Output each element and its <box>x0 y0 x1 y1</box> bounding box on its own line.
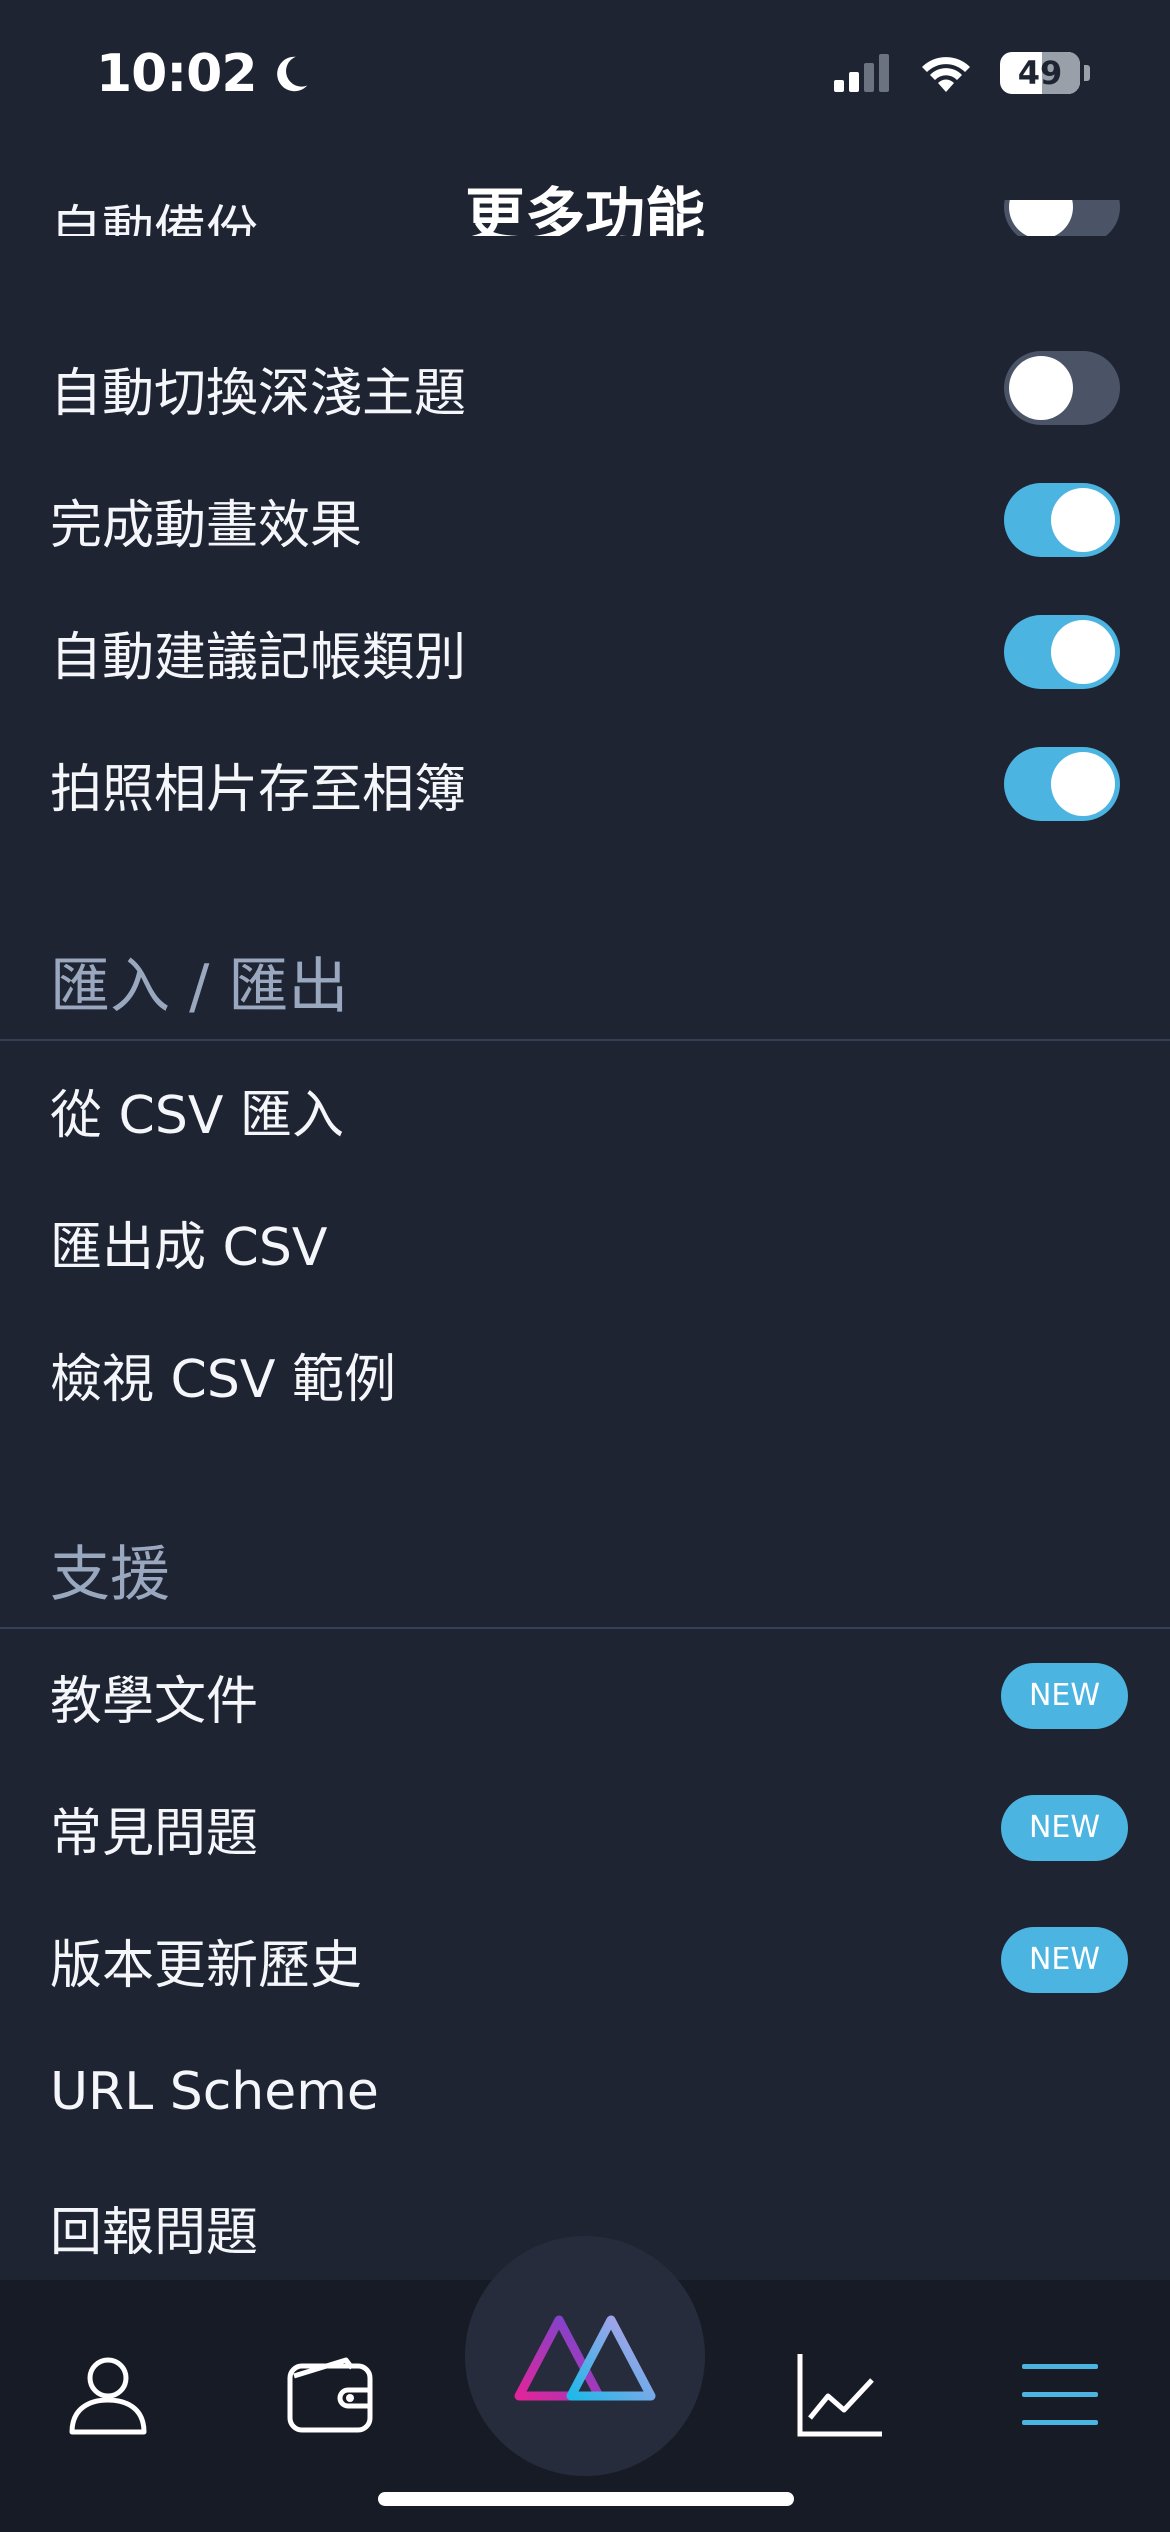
menu-icon[interactable] <box>1012 2346 1108 2442</box>
list-item-label: URL Scheme <box>50 2062 379 2122</box>
scroll-fade <box>0 236 1170 296</box>
new-badge: NEW <box>1000 1927 1128 1993</box>
list-item-label: 檢視 CSV 範例 <box>50 1349 396 1410</box>
toggle-suggest-category[interactable] <box>1004 615 1120 689</box>
app-logo-button[interactable] <box>465 2236 705 2476</box>
battery-tip <box>1084 65 1090 81</box>
list-item-label: 版本更新歷史 <box>50 1935 363 1996</box>
setting-row-auto-theme[interactable]: 自動切換深淺主題 <box>0 322 1170 454</box>
list-item-label: 從 CSV 匯入 <box>50 1085 344 1146</box>
setting-row-label: 自動切換深淺主題 <box>50 363 467 424</box>
moon-icon <box>276 56 307 92</box>
section-header-import-export: 匯入 / 匯出 <box>50 952 349 1022</box>
chart-icon[interactable] <box>792 2346 888 2442</box>
setting-row-suggest-category[interactable]: 自動建議記帳類別 <box>0 586 1170 718</box>
home-indicator[interactable] <box>378 2492 794 2506</box>
person-icon[interactable] <box>60 2346 156 2442</box>
list-item-tutorial[interactable]: 教學文件 NEW <box>0 1630 1170 1762</box>
setting-row-label: 自動建議記帳類別 <box>50 627 467 688</box>
toggle-animation[interactable] <box>1004 483 1120 557</box>
wifi-icon <box>922 57 970 92</box>
list-item-label: 匯出成 CSV <box>50 1217 328 1278</box>
list-item-changelog[interactable]: 版本更新歷史 NEW <box>0 1894 1170 2026</box>
screen: 10:02 49 更多功能 自動備份 自動切換深淺主題 完成動畫效果 自動建議記… <box>0 0 1170 2532</box>
list-item-import-csv[interactable]: 從 CSV 匯入 <box>0 1044 1170 1176</box>
setting-row-label: 完成動畫效果 <box>50 495 363 556</box>
list-item-faq[interactable]: 常見問題 NEW <box>0 1762 1170 1894</box>
status-right: 49 <box>834 52 1090 94</box>
setting-row-label: 拍照相片存至相簿 <box>50 759 467 820</box>
list-item-url-scheme[interactable]: URL Scheme <box>0 2026 1170 2158</box>
divider <box>0 1039 1170 1041</box>
wallet-icon[interactable] <box>282 2346 378 2442</box>
new-badge: NEW <box>1000 1663 1128 1729</box>
toggle-save-photos[interactable] <box>1004 747 1120 821</box>
app-logo-icon <box>514 2315 656 2401</box>
setting-row-animation[interactable]: 完成動畫效果 <box>0 454 1170 586</box>
battery-icon: 49 <box>1000 52 1080 94</box>
list-item-label: 教學文件 <box>50 1671 259 1732</box>
status-time: 10:02 <box>96 44 313 104</box>
toggle-auto-theme[interactable] <box>1004 351 1120 425</box>
battery-level: 49 <box>1017 54 1063 92</box>
signal-icon <box>834 54 889 92</box>
divider <box>0 1627 1170 1629</box>
section-header-support: 支援 <box>50 1540 170 1610</box>
setting-row-save-photos[interactable]: 拍照相片存至相簿 <box>0 718 1170 850</box>
list-item-label: 常見問題 <box>50 1803 259 1864</box>
list-item-export-csv[interactable]: 匯出成 CSV <box>0 1176 1170 1308</box>
status-time-text: 10:02 <box>96 44 258 104</box>
new-badge: NEW <box>1000 1795 1128 1861</box>
list-item-csv-example[interactable]: 檢視 CSV 範例 <box>0 1308 1170 1440</box>
